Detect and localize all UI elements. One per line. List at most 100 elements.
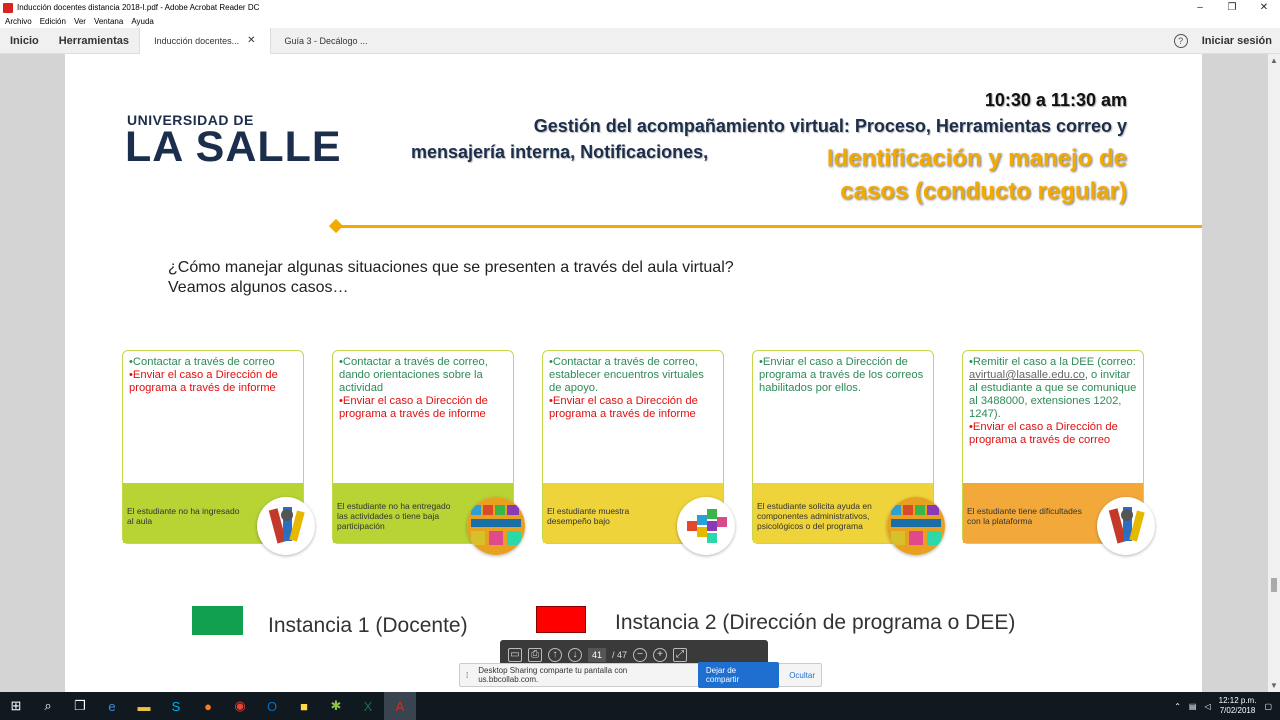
volume-icon[interactable]: ◁ — [1204, 702, 1210, 711]
hide-button[interactable]: Ocultar — [789, 671, 815, 680]
tab-document-active[interactable]: Inducción docentes... ✕ — [139, 27, 271, 54]
menu-archivo[interactable]: Archivo — [5, 17, 32, 26]
card-action-red: •Enviar el caso a Dirección de programa … — [549, 395, 698, 420]
legend-label-instance2: Instancia 2 (Dirección de programa o DEE… — [615, 611, 1016, 634]
scroll-down-icon[interactable]: ▼ — [1270, 681, 1278, 690]
chrome-icon[interactable]: ◉ — [224, 692, 256, 720]
zoom-out-icon[interactable]: − — [633, 648, 648, 662]
clock[interactable]: 12:12 p.m. 7/02/2018 — [1219, 696, 1257, 716]
save-icon[interactable]: ▭ — [508, 648, 522, 662]
help-icon[interactable]: ? — [1173, 34, 1188, 48]
desktop-sharing-bar: ⁞ Desktop Sharing comparte tu pantalla c… — [459, 662, 822, 688]
page-total: / 47 — [612, 650, 628, 660]
firefox-icon[interactable]: ● — [192, 692, 224, 720]
tab-document-label: Inducción docentes... — [154, 35, 240, 46]
scroll-up-icon[interactable]: ▲ — [1270, 56, 1278, 65]
title-bar: Inducción docentes distancia 2018-I.pdf … — [0, 0, 1280, 15]
stop-sharing-button[interactable]: Dejar de compartir — [697, 662, 780, 688]
card-footer-text: El estudiante tiene dificultades con la … — [967, 506, 1082, 526]
session-time: 10:30 a 11:30 am — [984, 90, 1127, 110]
restore-button[interactable]: ❐ — [1216, 0, 1248, 15]
card-action-red: •Enviar el caso a Dirección de programa … — [339, 395, 488, 420]
menu-bar: Archivo Edición Ver Ventana Ayuda — [0, 15, 1280, 28]
menu-edicion[interactable]: Edición — [40, 17, 66, 26]
card-action-green: •Contactar a través de correo, establece… — [549, 356, 704, 394]
question-line2: Veamos algunos casos… — [168, 279, 349, 296]
task-view-icon[interactable]: ❐ — [64, 692, 96, 720]
card-footer-text: El estudiante no ha ingresado al aula — [127, 506, 240, 526]
student-image-icon — [1097, 497, 1155, 555]
close-icon[interactable]: ✕ — [247, 35, 255, 46]
menu-ayuda[interactable]: Ayuda — [131, 17, 154, 26]
case-card-2: •Contactar a través de correo, dando ori… — [332, 350, 525, 555]
network-icon[interactable]: ▤ — [1189, 702, 1197, 711]
tab-home[interactable]: Inicio — [0, 35, 49, 47]
zoom-in-icon[interactable]: + — [653, 648, 668, 662]
clock-time: 12:12 p.m. — [1218, 696, 1257, 705]
signin-button[interactable]: Iniciar sesión — [1202, 35, 1272, 47]
excel-icon[interactable]: X — [352, 692, 384, 720]
menu-ventana[interactable]: Ventana — [94, 17, 123, 26]
vertical-scrollbar[interactable]: ▲ ▼ — [1268, 54, 1280, 692]
document-viewer: UNIVERSIDAD DE LA SALLE 10:30 a 11:30 am… — [0, 54, 1280, 692]
case-card-5: •Remitir el caso a la DEE (correo: avirt… — [962, 350, 1155, 555]
legend-swatch-instance2 — [536, 606, 586, 633]
outlook-icon[interactable]: O — [256, 692, 288, 720]
page-up-icon[interactable]: ↑ — [548, 648, 562, 662]
case-card-3: •Contactar a través de correo, establece… — [542, 350, 735, 555]
heading-line1: Gestión del acompañamiento virtual: Proc… — [533, 116, 1127, 136]
divider-line — [337, 225, 1202, 228]
acrobat-icon[interactable]: A — [384, 692, 416, 720]
search-icon[interactable]: ⌕ — [32, 692, 64, 720]
card-action-red: •Enviar el caso a Dirección de programa … — [969, 421, 1118, 446]
legend-swatch-instance1 — [192, 606, 243, 635]
card-action-green: •Contactar a través de correo, dando ori… — [339, 356, 488, 394]
taskbar: ⊞ ⌕ ❐ e ▬ S ● ◉ O ■ ✱ X A ⌃ ▤ ◁ 12:12 p.… — [0, 692, 1280, 720]
close-button[interactable]: ✕ — [1248, 0, 1280, 15]
minimize-button[interactable]: – — [1184, 0, 1216, 15]
pdf-icon — [3, 2, 13, 13]
card-action-green: •Enviar el caso a Dirección de programa … — [759, 356, 924, 394]
sticky-notes-icon[interactable]: ■ — [288, 692, 320, 720]
card-footer-text: El estudiante solicita ayuda en componen… — [757, 501, 872, 531]
print-icon[interactable]: ⎙ — [528, 648, 542, 662]
internet-image-icon — [467, 497, 525, 555]
tab-bar: Inicio Herramientas Inducción docentes..… — [0, 27, 1280, 54]
case-card-1: •Contactar a través de correo •Enviar el… — [122, 350, 315, 555]
logo-text-main: LA SALLE — [125, 123, 342, 171]
skype-icon[interactable]: S — [160, 692, 192, 720]
tab-document-2[interactable]: Guía 3 - Decálogo ... — [271, 28, 382, 54]
student-image-icon — [257, 497, 315, 555]
cubes-image-icon — [677, 497, 735, 555]
sharing-message: Desktop Sharing comparte tu pantalla con… — [478, 666, 628, 684]
scroll-thumb[interactable] — [1271, 578, 1277, 592]
case-card-4: •Enviar el caso a Dirección de programa … — [752, 350, 945, 555]
system-tray: ⌃ ▤ ◁ 12:12 p.m. 7/02/2018 ▢ — [1174, 692, 1280, 720]
question-line1: ¿Cómo manejar algunas situaciones que se… — [168, 259, 734, 276]
edge-icon[interactable]: e — [96, 692, 128, 720]
page-down-icon[interactable]: ↓ — [568, 648, 582, 662]
start-icon[interactable]: ⊞ — [0, 692, 32, 720]
card-footer-text: El estudiante muestra desempeño bajo — [547, 506, 630, 526]
internet-image-icon — [887, 497, 945, 555]
card-text-a: •Remitir el caso a la DEE (correo: — [969, 356, 1136, 368]
notifications-icon[interactable]: ▢ — [1264, 702, 1272, 711]
window-title: Inducción docentes distancia 2018-I.pdf … — [17, 3, 260, 12]
file-explorer-icon[interactable]: ▬ — [128, 692, 160, 720]
email-link[interactable]: avirtual@lasalle.edu.co — [969, 369, 1085, 381]
card-action-green: •Contactar a través de correo — [129, 356, 275, 368]
heading-line2: mensajería interna, Notificaciones, — [411, 142, 709, 162]
page-number-input[interactable]: 41 — [588, 648, 607, 662]
drag-handle-icon[interactable]: ⁞ — [466, 671, 468, 680]
clock-date: 7/02/2018 — [1219, 706, 1256, 715]
tray-chevron-icon[interactable]: ⌃ — [1174, 702, 1181, 711]
legend-label-instance1: Instancia 1 (Docente) — [268, 614, 468, 637]
menu-ver[interactable]: Ver — [74, 17, 86, 26]
card-footer-text: El estudiante no ha entregado las activi… — [337, 501, 451, 531]
fit-page-icon[interactable]: ⤢ — [673, 648, 688, 662]
tab-tools[interactable]: Herramientas — [49, 35, 139, 47]
pdf-page: UNIVERSIDAD DE LA SALLE 10:30 a 11:30 am… — [65, 54, 1202, 692]
app-icon[interactable]: ✱ — [320, 692, 352, 720]
card-action-red: •Enviar el caso a Dirección de programa … — [129, 369, 278, 394]
question-text: ¿Cómo manejar algunas situaciones que se… — [168, 258, 734, 298]
